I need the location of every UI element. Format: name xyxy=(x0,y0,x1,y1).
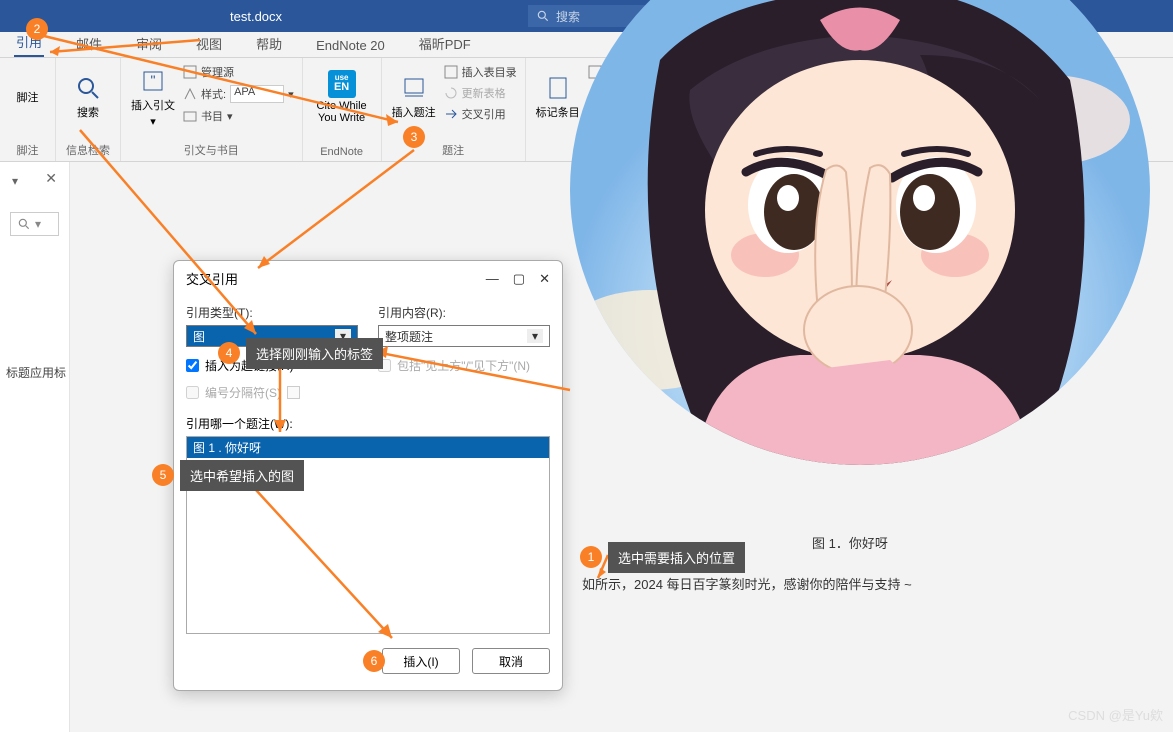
which-caption-label: 引用哪一个题注(W): xyxy=(186,415,550,432)
endnote-cwyw-button[interactable]: useEN Cite While You Write xyxy=(311,62,373,132)
tab-foxit[interactable]: 福昕PDF xyxy=(417,30,473,57)
annotation-badge-3: 3 xyxy=(403,126,425,148)
annotation-badge-6: 6 xyxy=(363,650,385,672)
tab-help[interactable]: 帮助 xyxy=(254,30,284,57)
dialog-minimize-icon[interactable]: — xyxy=(486,271,499,287)
crossref-icon xyxy=(444,107,458,121)
tab-endnote[interactable]: EndNote 20 xyxy=(314,34,387,57)
annotation-badge-1: 1 xyxy=(580,546,602,568)
tab-mailings[interactable]: 邮件 xyxy=(74,30,104,57)
biblio-icon xyxy=(183,109,197,123)
document-image[interactable] xyxy=(570,0,1150,530)
reference-content-label: 引用内容(R): xyxy=(378,304,550,321)
group-endnote-label: EndNote xyxy=(311,143,373,161)
tof-icon xyxy=(444,65,458,79)
reference-content-select[interactable]: 整项题注 xyxy=(378,325,550,347)
annotation-callout-1: 选中需要插入的位置 xyxy=(608,542,745,573)
chevron-down-icon: ▾ xyxy=(150,115,156,128)
dialog-maximize-icon[interactable]: ▢ xyxy=(513,271,525,287)
style-applied-text: 标题应用标 xyxy=(6,364,66,381)
annotation-badge-4: 4 xyxy=(218,342,240,364)
annotation-badge-2: 2 xyxy=(26,18,48,40)
reference-type-label: 引用类型(T): xyxy=(186,304,358,321)
group-citation-label: 引文与书目 xyxy=(129,139,294,161)
footnote-button[interactable]: 脚注 xyxy=(8,62,47,132)
mark-entry-icon xyxy=(544,74,572,102)
cross-reference-button[interactable]: 交叉引用 xyxy=(444,104,517,124)
search-icon xyxy=(536,9,550,23)
nav-dropdown-icon[interactable]: ▾ xyxy=(12,174,18,188)
tab-view[interactable]: 视图 xyxy=(194,30,224,57)
nav-close-icon[interactable]: ✕ xyxy=(45,170,57,187)
insert-citation-button[interactable]: " 插入引文 ▾ xyxy=(129,62,177,132)
document-body-text[interactable]: 如所示，2024 每日百字篆刻时光，感谢你的陪伴与支持 ~ xyxy=(582,574,912,593)
dialog-close-icon[interactable]: ✕ xyxy=(539,271,550,287)
update-table-button[interactable]: 更新表格 xyxy=(444,83,517,103)
endnote-icon: useEN xyxy=(328,70,356,98)
insert-button[interactable]: 插入(I) xyxy=(382,648,460,674)
nav-search-input[interactable]: ▾ xyxy=(10,212,59,236)
number-separator-checkbox[interactable]: 编号分隔符(S) xyxy=(186,384,358,401)
citation-style-select[interactable]: 样式:APA▾ xyxy=(183,83,294,105)
caption-icon xyxy=(400,74,428,102)
separator-input[interactable] xyxy=(287,386,300,399)
watermark: CSDN @是Yu欸 xyxy=(1068,705,1163,724)
navigation-pane: ▾ ✕ ▾ xyxy=(0,162,70,732)
insert-citation-icon: " xyxy=(139,67,167,95)
update-icon xyxy=(444,86,458,100)
tab-review[interactable]: 审阅 xyxy=(134,30,164,57)
style-icon xyxy=(183,87,197,101)
image-caption: 图 1．你好呀 xyxy=(812,533,888,552)
annotation-callout-5: 选中希望插入的图 xyxy=(180,460,304,491)
annotation-badge-5: 5 xyxy=(152,464,174,486)
group-research-label: 信息检索 xyxy=(64,139,112,161)
include-above-below-checkbox[interactable]: 包括"见上方"/"见下方"(N) xyxy=(378,357,550,374)
insert-table-of-figures-button[interactable]: 插入表目录 xyxy=(444,62,517,82)
document-filename: test.docx xyxy=(230,9,282,24)
group-footnote-label: 脚注 xyxy=(8,139,47,161)
smart-lookup-icon xyxy=(74,74,102,102)
svg-text:": " xyxy=(151,72,156,88)
insert-caption-button[interactable]: 插入题注 xyxy=(390,62,438,132)
bibliography-button[interactable]: 书目 ▾ xyxy=(183,106,294,126)
search-icon xyxy=(17,217,31,231)
research-search-button[interactable]: 搜索 xyxy=(64,62,112,132)
footnote-label: 脚注 xyxy=(17,89,39,105)
sources-icon xyxy=(183,65,197,79)
annotation-callout-4: 选择刚刚输入的标签 xyxy=(246,338,383,369)
cancel-button[interactable]: 取消 xyxy=(472,648,550,674)
manage-sources-button[interactable]: 管理源 xyxy=(183,62,294,82)
list-item[interactable]: 图 1 . 你好呀 xyxy=(187,437,549,458)
dialog-title: 交叉引用 xyxy=(186,269,238,288)
